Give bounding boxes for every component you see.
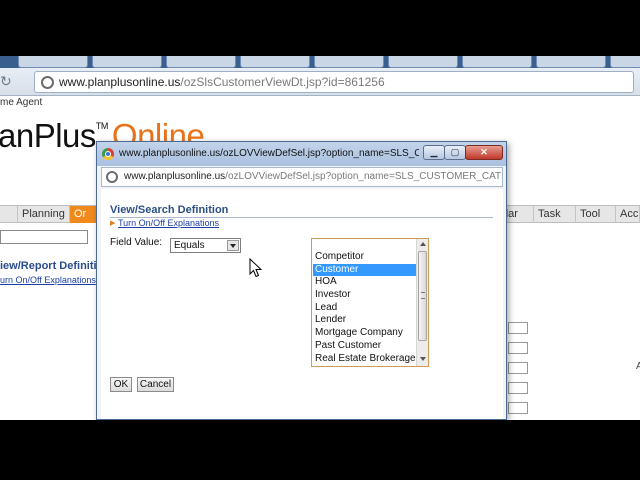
field-value-label: Field Value:	[110, 237, 163, 248]
letterbox-bottom	[0, 420, 640, 480]
list-item[interactable]: Competitor	[313, 251, 416, 264]
list-item[interactable]: Investor	[313, 289, 416, 302]
background-explanations-link[interactable]: urn On/Off Explanations	[0, 275, 96, 285]
scrollbar-thumb[interactable]	[418, 251, 427, 341]
letterbox-top	[0, 0, 640, 56]
popup-address-bar[interactable]: www.planplusonline.us/ozLOVViewDefSel.js…	[101, 167, 503, 187]
browser-tab[interactable]	[610, 56, 640, 68]
chrome-logo-icon	[102, 148, 114, 160]
list-item[interactable]: Mortgage Company	[313, 327, 416, 340]
cancel-button[interactable]: Cancel	[137, 377, 174, 392]
operator-selected-value: Equals	[174, 240, 205, 251]
lov-popup-window: www.planplusonline.us/ozLOVViewDefSel.js…	[96, 141, 507, 420]
logo-trademark: TM	[95, 121, 109, 131]
triangle-right-icon: ▶	[110, 220, 116, 227]
browser-tab[interactable]	[166, 56, 236, 68]
nav-item-active[interactable]: Or	[70, 206, 98, 223]
background-input[interactable]	[0, 230, 88, 244]
popup-url-host: www.planplusonline.us	[124, 171, 226, 182]
report-definition-title: iew/Report Definitio	[0, 260, 104, 272]
nav-item-planning[interactable]: Planning	[18, 206, 70, 223]
popup-url-path: /ozLOVViewDefSel.jsp?option_name=SLS_CUS…	[225, 171, 502, 182]
url-host: www.planplusonline.us	[59, 75, 181, 89]
nav-item-task[interactable]: Task	[534, 206, 576, 223]
scroll-up-arrow-icon[interactable]	[417, 239, 428, 250]
list-item[interactable]: HOA	[313, 276, 416, 289]
browser-tab[interactable]	[18, 56, 88, 68]
logo-main: anPlus	[0, 117, 96, 154]
browser-tab[interactable]	[462, 56, 532, 68]
url-path: /ozSlsCustomerViewDt.jsp?id=861256	[180, 75, 385, 89]
list-item[interactable]: Real Estate Brokerage	[313, 353, 416, 366]
popup-title: www.planplusonline.us/ozLOVViewDefSel.js…	[119, 148, 419, 159]
browser-tab[interactable]	[314, 56, 384, 68]
value-listbox[interactable]: Competitor Customer HOA Investor Lead Le…	[311, 238, 429, 367]
browser-toolbar: ↻ www.planplusonline.us/ozSlsCustomerVie…	[0, 68, 640, 96]
browser-tab[interactable]	[536, 56, 606, 68]
scroll-down-arrow-icon[interactable]	[417, 354, 428, 365]
chevron-down-icon[interactable]	[227, 240, 239, 251]
background-field[interactable]	[508, 322, 528, 334]
screen: ↻ www.planplusonline.us/ozSlsCustomerVie…	[0, 0, 640, 480]
minimize-button[interactable]: ▁	[423, 145, 445, 160]
background-field[interactable]	[508, 342, 528, 354]
list-item[interactable]: Lead	[313, 302, 416, 315]
nav-item-blank[interactable]	[0, 206, 18, 223]
address-bar[interactable]: www.planplusonline.us/ozSlsCustomerViewD…	[34, 71, 634, 93]
nav-item-tool[interactable]: Tool	[576, 206, 616, 223]
popup-url: www.planplusonline.us/ozLOVViewDefSel.js…	[124, 171, 502, 182]
explanations-toggle-link[interactable]: Turn On/Off Explanations	[118, 218, 219, 228]
maximize-button[interactable]: ▢	[444, 145, 466, 160]
listbox-items: Competitor Customer HOA Investor Lead Le…	[313, 251, 416, 365]
nav-item-account[interactable]: Acc	[616, 206, 640, 223]
ok-button[interactable]: OK	[110, 377, 132, 392]
background-field[interactable]	[508, 402, 528, 414]
list-item-selected[interactable]: Customer	[313, 263, 416, 277]
agent-label: me Agent	[0, 97, 43, 108]
background-label: A	[636, 361, 640, 372]
popup-content: View/Search Definition ▶ Turn On/Off Exp…	[101, 189, 503, 419]
view-search-definition-title: View/Search Definition	[110, 204, 229, 216]
close-button[interactable]: ✕	[465, 145, 503, 160]
browser-tab[interactable]	[240, 56, 310, 68]
browser-tab-strip	[0, 56, 640, 68]
address-url: www.planplusonline.us/ozSlsCustomerViewD…	[59, 75, 385, 89]
browser-tab[interactable]	[388, 56, 458, 68]
browser-tab[interactable]	[92, 56, 162, 68]
list-item[interactable]: Lender	[313, 314, 416, 327]
reload-icon[interactable]: ↻	[0, 73, 12, 90]
background-field[interactable]	[508, 382, 528, 394]
page-globe-icon	[41, 76, 54, 89]
popup-title-bar[interactable]: www.planplusonline.us/ozLOVViewDefSel.js…	[97, 142, 506, 166]
operator-select[interactable]: Equals	[170, 238, 241, 253]
background-field[interactable]	[508, 362, 528, 374]
listbox-scrollbar[interactable]	[416, 239, 428, 366]
mouse-pointer-icon	[249, 258, 263, 278]
page-globe-icon	[106, 171, 118, 183]
list-item[interactable]: Past Customer	[313, 340, 416, 353]
